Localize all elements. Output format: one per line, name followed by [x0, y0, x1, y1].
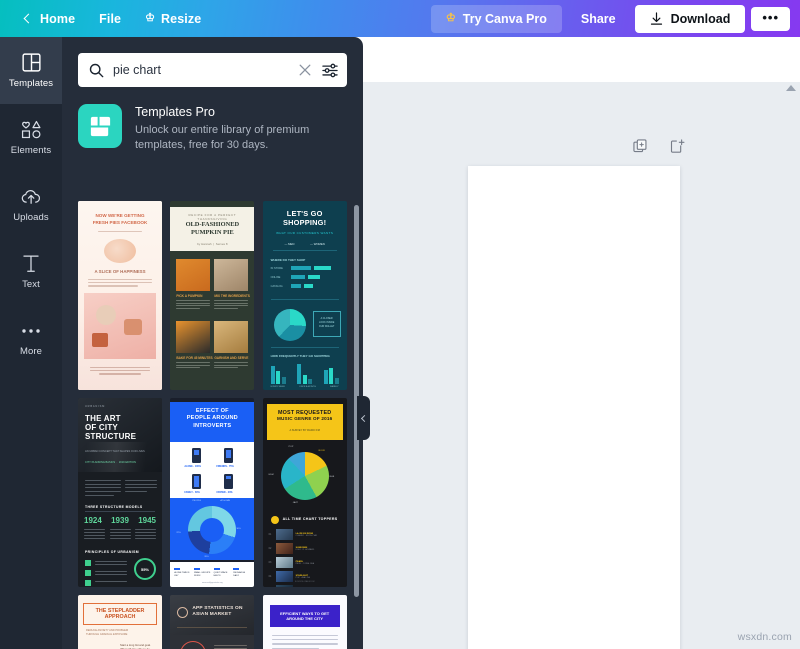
watermark-label: wsxdn.com [737, 631, 792, 643]
page-tools-group [633, 139, 685, 159]
try-canva-pro-label: Try Canva Pro [462, 11, 547, 26]
design-canvas-area[interactable]: wsxdn.com [363, 37, 800, 649]
top-toolbar-left-group: Home File ♔ Resize [0, 6, 212, 32]
left-sidebar-rail: Templates Elements Uploads Text More [0, 37, 62, 649]
sidebar-item-templates[interactable]: Templates [0, 37, 62, 104]
crown-icon: ♔ [445, 12, 456, 24]
sidebar-item-elements[interactable]: Elements [0, 104, 62, 171]
sidebar-item-label: Text [22, 278, 40, 290]
top-toolbar: Home File ♔ Resize ♔ Try Canva Pro Share [0, 0, 800, 37]
try-canva-pro-button[interactable]: ♔ Try Canva Pro [430, 4, 562, 33]
sidebar-item-more[interactable]: More [0, 305, 62, 372]
text-t-icon [22, 254, 40, 274]
template-thumbnail[interactable]: EFFICIENT WAYS TO GET AROUND THE CITY [262, 595, 347, 649]
template-thumbnail[interactable]: THE STEPLADDER APPROACH REDUCE ANXIETY AN… [78, 595, 162, 649]
crown-icon: ♔ [145, 12, 156, 24]
add-page-icon[interactable] [670, 139, 685, 159]
template-thumbnail[interactable]: MOST REQUESTED MUSIC GENRE OF 2016 A SURV… [262, 398, 347, 587]
sidebar-item-label: More [19, 345, 43, 357]
search-bar[interactable] [78, 53, 347, 87]
pie-chart [280, 452, 329, 500]
canva-pro-logo-icon [78, 104, 122, 148]
templates-grid: NOW WE'RE GETTING FRESH PIES FACEBOOK A S… [78, 201, 347, 649]
share-button[interactable]: Share [568, 5, 629, 33]
canva-editor-window: Home File ♔ Resize ♔ Try Canva Pro Share [0, 0, 800, 649]
sidebar-item-label: Elements [10, 144, 52, 156]
templates-pro-text: Templates Pro Unlock our entire library … [135, 104, 347, 153]
upload-cloud-icon [21, 187, 42, 207]
sliders-filter-icon[interactable] [322, 63, 338, 78]
sidebar-item-uploads[interactable]: Uploads [0, 171, 62, 238]
share-label: Share [580, 11, 616, 26]
scroll-up-arrow-icon[interactable] [786, 85, 796, 91]
chevron-left-icon [23, 13, 34, 24]
chevron-left-icon [360, 414, 369, 422]
template-thumbnail[interactable]: LET'S GO SHOPPING! WHAT OUR CUSTOMERS WAN… [262, 201, 347, 390]
sidebar-item-label: Templates [8, 77, 54, 89]
templates-panel: Templates Pro Unlock our entire library … [62, 37, 363, 649]
search-icon [89, 63, 104, 78]
template-thumbnail[interactable]: EFFECT OF PEOPLE AROUND INTROVERTS ALONE ·… [170, 398, 255, 587]
canvas-top-strip [363, 37, 800, 82]
template-thumbnail[interactable]: APP STATISTICS ONASIAN MARKET 42% 28% [170, 595, 255, 649]
templates-pro-banner[interactable]: Templates Pro Unlock our entire library … [62, 87, 363, 166]
template-thumbnail[interactable]: RECIPE FOR A PERFECT THANKSGIVING OLD-FA… [170, 201, 255, 390]
shapes-icon [21, 120, 42, 140]
home-label: Home [40, 11, 76, 26]
download-arrow-icon [650, 11, 662, 25]
duplicate-page-icon[interactable] [633, 139, 648, 159]
design-page-canvas[interactable] [468, 166, 680, 649]
top-toolbar-right-group: ♔ Try Canva Pro Share Download ••• [430, 4, 800, 33]
file-label: File [99, 11, 122, 26]
download-button[interactable]: Download [634, 4, 746, 33]
ellipsis-icon [21, 321, 41, 341]
file-menu-button[interactable]: File [88, 6, 132, 32]
more-options-button[interactable]: ••• [751, 6, 790, 31]
close-x-icon[interactable] [299, 64, 311, 76]
resize-label: Resize [161, 11, 202, 26]
sidebar-item-text[interactable]: Text [0, 238, 62, 305]
home-button[interactable]: Home [14, 6, 86, 32]
template-thumbnail[interactable]: NOW WE'RE GETTING FRESH PIES FACEBOOK A S… [78, 201, 162, 390]
templates-grid-scroll[interactable]: NOW WE'RE GETTING FRESH PIES FACEBOOK A S… [62, 201, 363, 649]
templates-grid-icon [21, 53, 41, 73]
pie-chart [273, 309, 306, 341]
more-options-label: ••• [762, 9, 779, 25]
sidebar-item-label: Uploads [13, 211, 49, 223]
search-section [62, 37, 363, 87]
resize-button[interactable]: ♔ Resize [134, 6, 212, 32]
templates-pro-title: Templates Pro [135, 105, 215, 119]
search-input[interactable] [113, 63, 290, 77]
template-thumbnail[interactable]: URBANISM THE ART OF CITY STRUCTURE AN URBA… [78, 398, 162, 587]
download-label: Download [670, 11, 731, 26]
collapse-panel-button[interactable] [357, 396, 370, 440]
templates-pro-subtitle: Unlock our entire library of premium tem… [135, 124, 310, 151]
